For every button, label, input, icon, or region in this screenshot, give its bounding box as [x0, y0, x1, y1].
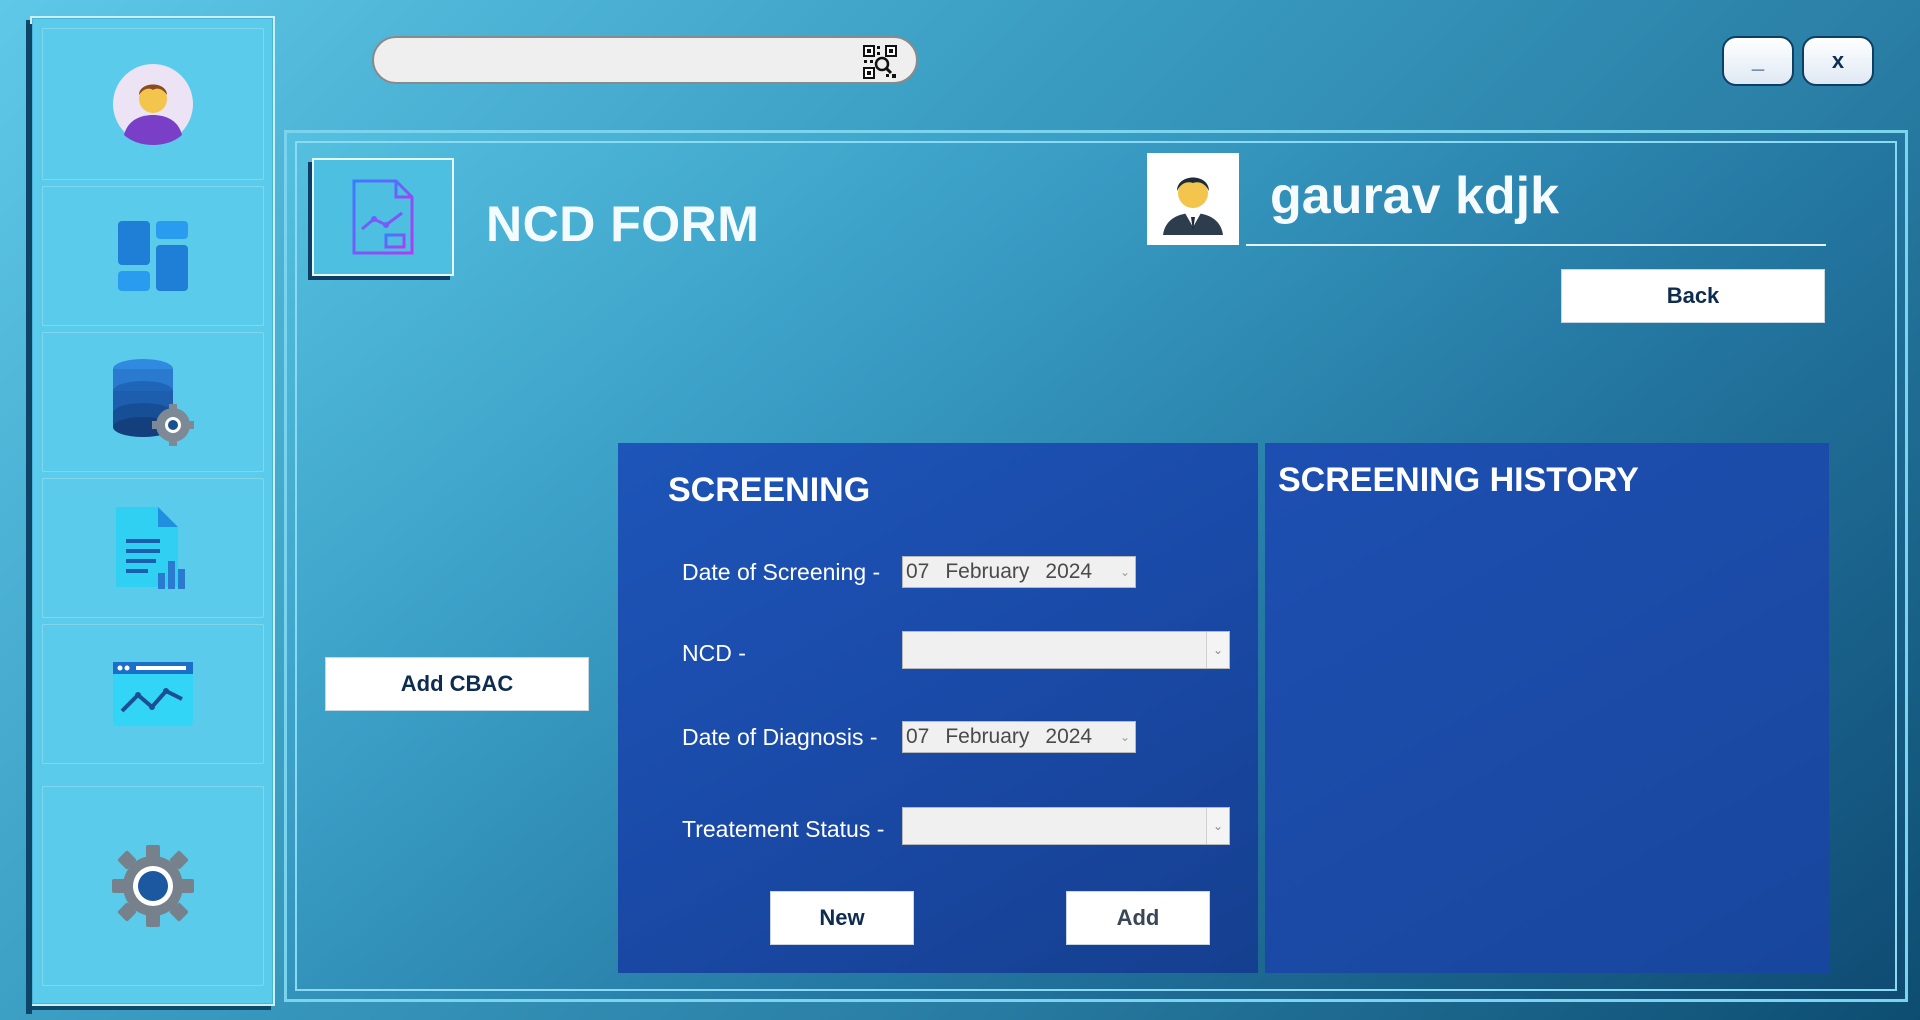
screening-title: SCREENING — [668, 471, 871, 509]
user-name: gaurav kdjk — [1270, 167, 1560, 225]
dashboard-icon — [118, 221, 188, 291]
search-input[interactable] — [392, 46, 846, 76]
date-of-screening-label: Date of Screening - — [682, 559, 881, 585]
date-month: February — [945, 560, 1030, 583]
screening-history-title: SCREENING HISTORY — [1278, 461, 1639, 499]
name-underline — [1246, 244, 1826, 246]
chevron-down-icon[interactable]: ⌄ — [1206, 808, 1229, 844]
treatment-status-select[interactable]: ⌄ — [902, 807, 1230, 845]
date-day: 07 — [906, 725, 930, 748]
treatment-status-label: Treatement Status - — [682, 816, 885, 842]
search-bar[interactable] — [372, 36, 918, 84]
date-day: 07 — [906, 560, 930, 583]
database-settings-icon — [113, 359, 194, 446]
user-icon — [1163, 177, 1223, 235]
ncd-label: NCD - — [682, 640, 746, 666]
ncd-select[interactable]: ⌄ — [902, 631, 1230, 669]
user-avatar — [1147, 153, 1239, 245]
date-of-screening-picker[interactable]: 07 February 2024 ⌄ — [902, 556, 1136, 588]
form-icon-box — [312, 158, 454, 276]
screening-history-panel: SCREENING HISTORY — [1265, 443, 1829, 973]
qr-scan-icon[interactable] — [862, 44, 898, 80]
new-button[interactable]: New — [770, 891, 914, 945]
form-report-icon — [352, 179, 414, 255]
minimize-button[interactable]: _ — [1722, 36, 1794, 86]
date-of-diagnosis-label: Date of Diagnosis - — [682, 724, 878, 750]
date-year: 2024 — [1045, 560, 1093, 583]
chevron-down-icon[interactable]: ⌄ — [1120, 565, 1130, 579]
report-document-icon — [116, 507, 185, 589]
sidebar-item-settings[interactable] — [42, 786, 264, 986]
sidebar-item-database[interactable] — [42, 332, 264, 472]
chevron-down-icon[interactable]: ⌄ — [1120, 730, 1130, 744]
sidebar-item-dashboard[interactable] — [42, 186, 264, 326]
back-button[interactable]: Back — [1561, 269, 1825, 323]
date-month: February — [945, 725, 1030, 748]
gear-icon — [112, 845, 194, 927]
sidebar-item-profile[interactable] — [42, 28, 264, 180]
sidebar — [26, 16, 275, 1014]
sidebar-item-reports[interactable] — [42, 478, 264, 618]
screening-panel: SCREENING Date of Screening - 07 Februar… — [618, 443, 1258, 973]
page-title: NCD FORM — [486, 196, 760, 252]
close-button[interactable]: x — [1802, 36, 1874, 86]
date-of-diagnosis-picker[interactable]: 07 February 2024 ⌄ — [902, 721, 1136, 753]
sidebar-item-analytics[interactable] — [42, 624, 264, 764]
chevron-down-icon[interactable]: ⌄ — [1206, 632, 1229, 668]
date-year: 2024 — [1045, 725, 1093, 748]
user-avatar-icon — [113, 64, 193, 145]
add-button[interactable]: Add — [1066, 891, 1210, 945]
add-cbac-button[interactable]: Add CBAC — [325, 657, 589, 711]
analytics-chart-icon — [113, 662, 193, 726]
